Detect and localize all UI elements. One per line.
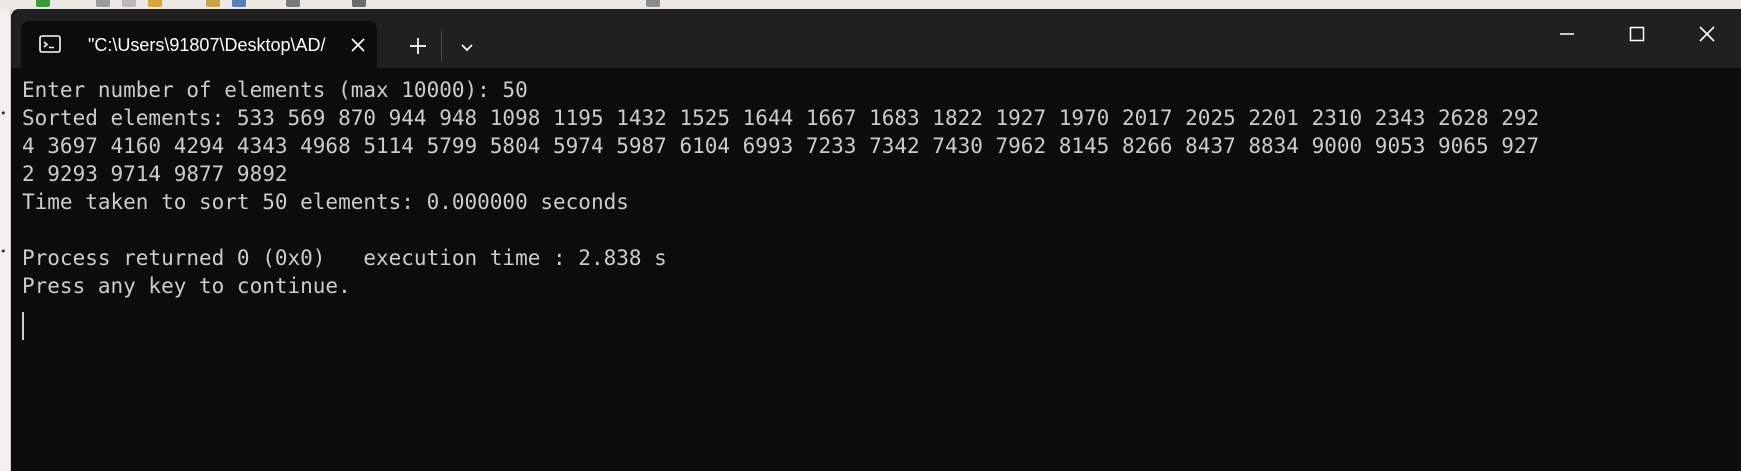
toolbar-icon (96, 0, 110, 7)
background-ide-left-edge: • • (0, 10, 11, 471)
toolbar-icon (122, 0, 136, 7)
background-glyph: • (0, 245, 7, 258)
toolbar-icon (36, 0, 50, 7)
text-cursor (22, 312, 24, 340)
close-icon[interactable] (1692, 19, 1722, 49)
output-line: Enter number of elements (max 10000): 50 (22, 78, 528, 102)
toolbar-icon (286, 0, 300, 7)
minimize-icon[interactable] (1552, 19, 1582, 49)
terminal-icon (39, 35, 61, 53)
close-icon[interactable] (349, 36, 367, 54)
tab-active[interactable]: "C:\Users\91807\Desktop\AD/ (21, 21, 377, 68)
toolbar-icon (232, 0, 246, 7)
tab-title: "C:\Users\91807\Desktop\AD/ (88, 35, 326, 55)
terminal-window: "C:\Users\91807\Desktop\AD/ Enter number… (11, 9, 1741, 471)
output-line: Time taken to sort 50 elements: 0.000000… (22, 190, 629, 214)
toolbar-icon (148, 0, 162, 7)
terminal-output[interactable]: Enter number of elements (max 10000): 50… (22, 76, 1722, 466)
output-line: Sorted elements: 533 569 870 944 948 109… (22, 106, 1540, 130)
scrollbar[interactable] (1734, 68, 1741, 471)
divider (441, 31, 442, 61)
toolbar-icon (646, 0, 660, 7)
output-line: 4 3697 4160 4294 4343 4968 5114 5799 580… (22, 134, 1540, 158)
title-bar[interactable]: "C:\Users\91807\Desktop\AD/ (11, 9, 1741, 68)
maximize-icon[interactable] (1622, 19, 1652, 49)
plus-icon[interactable] (405, 33, 431, 59)
output-line: Press any key to continue. (22, 274, 351, 298)
toolbar-icon (352, 0, 366, 7)
output-line: Process returned 0 (0x0) execution time … (22, 246, 667, 270)
output-line: 2 9293 9714 9877 9892 (22, 162, 288, 186)
background-glyph: • (0, 107, 7, 120)
toolbar-icon (206, 0, 220, 7)
chevron-down-icon[interactable] (455, 35, 479, 59)
